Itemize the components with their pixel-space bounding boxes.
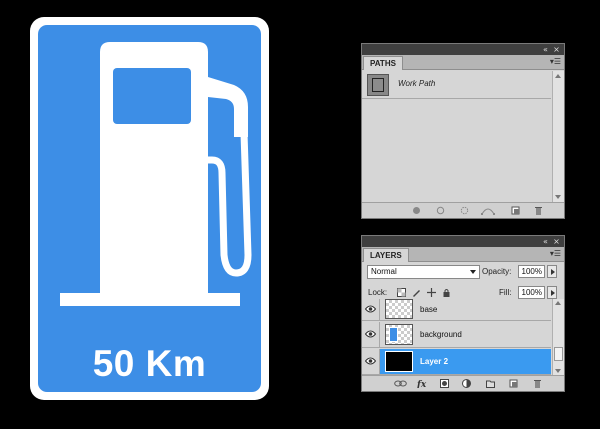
layers-panel: « × LAYERS ▾☰ Normal Opacity: 100% Lock:… — [361, 235, 565, 392]
panel-menu-icon[interactable]: ▾☰ — [550, 248, 561, 260]
chevron-down-icon — [470, 270, 476, 274]
close-icon[interactable]: × — [552, 45, 561, 54]
opacity-slider-button[interactable] — [547, 265, 557, 278]
paths-panel: « × PATHS ▾☰ Work Path — [361, 43, 565, 219]
svg-text:fx: fx — [417, 380, 427, 388]
new-layer-icon[interactable] — [509, 379, 518, 388]
opacity-input[interactable]: 100% — [518, 265, 545, 278]
visibility-toggle[interactable] — [362, 349, 380, 374]
fill-input[interactable]: 100% — [518, 286, 545, 299]
path-item-work-path[interactable]: Work Path — [362, 71, 551, 99]
paths-footer — [362, 202, 564, 218]
layer-name: base — [420, 305, 438, 314]
panel-titlebar[interactable]: « × — [362, 236, 564, 247]
delete-layer-icon[interactable] — [533, 379, 542, 388]
lock-all-icon[interactable] — [442, 288, 451, 297]
fuel-pump-icon — [60, 42, 252, 306]
link-icon[interactable] — [394, 379, 407, 388]
fill-path-icon[interactable] — [412, 206, 421, 215]
layer-name: Layer 2 — [420, 357, 449, 366]
eye-icon — [365, 330, 376, 338]
fill-label: Fill: — [499, 288, 512, 297]
lock-label: Lock: — [368, 288, 388, 297]
visibility-toggle[interactable] — [362, 299, 380, 320]
adjustment-icon[interactable] — [462, 379, 471, 388]
scroll-up-icon[interactable] — [555, 74, 561, 78]
layer-name: background — [420, 330, 462, 339]
layer-thumbnail — [385, 351, 413, 372]
load-selection-icon[interactable] — [460, 206, 469, 215]
scroll-down-icon[interactable] — [555, 369, 561, 373]
delete-path-icon[interactable] — [534, 206, 543, 215]
scroll-thumb[interactable] — [554, 347, 563, 361]
fill-slider-button[interactable] — [547, 286, 557, 299]
tab-row: LAYERS ▾☰ — [362, 247, 564, 262]
layers-footer: fx — [362, 375, 564, 391]
blend-mode-select[interactable]: Normal — [367, 265, 480, 279]
layers-scrollbar[interactable] — [552, 299, 564, 375]
distance-label: 50 Km — [92, 343, 207, 384]
tab-paths[interactable]: PATHS — [363, 56, 403, 70]
make-work-path-icon[interactable] — [481, 206, 495, 215]
visibility-toggle[interactable] — [362, 322, 380, 347]
collapse-icon[interactable]: « — [541, 45, 550, 54]
paths-scrollbar[interactable] — [552, 71, 564, 202]
layer-thumbnail — [385, 324, 413, 345]
tab-layers[interactable]: LAYERS — [363, 248, 409, 262]
lock-transparent-icon[interactable] — [397, 288, 406, 297]
layer-row-layer-2[interactable]: Layer 2 — [362, 349, 551, 375]
layer-thumbnail — [385, 299, 413, 319]
stroke-path-icon[interactable] — [436, 206, 445, 215]
group-icon[interactable] — [486, 379, 495, 388]
panel-menu-icon[interactable]: ▾☰ — [550, 56, 561, 68]
lock-position-icon[interactable] — [427, 288, 436, 297]
new-path-icon[interactable] — [511, 206, 520, 215]
collapse-icon[interactable]: « — [541, 237, 550, 246]
path-label: Work Path — [398, 79, 436, 88]
eye-icon — [365, 357, 376, 365]
scroll-up-icon[interactable] — [555, 301, 561, 305]
tab-row: PATHS ▾☰ — [362, 55, 564, 70]
layer-row-base[interactable]: base — [362, 299, 551, 321]
close-icon[interactable]: × — [552, 237, 561, 246]
blend-mode-value: Normal — [371, 267, 397, 276]
scroll-down-icon[interactable] — [555, 195, 561, 199]
panel-titlebar[interactable]: « × — [362, 44, 564, 55]
sign-blue-panel: 50 Km — [38, 25, 261, 392]
path-thumbnail — [367, 74, 389, 96]
mask-icon[interactable] — [440, 379, 449, 388]
lock-pixels-icon[interactable] — [412, 288, 421, 297]
eye-icon — [365, 305, 376, 313]
fuel-sign: 50 Km — [30, 17, 269, 400]
layer-row-background[interactable]: background — [362, 322, 551, 348]
opacity-label: Opacity: — [482, 267, 512, 276]
fx-icon[interactable]: fx — [417, 379, 429, 388]
